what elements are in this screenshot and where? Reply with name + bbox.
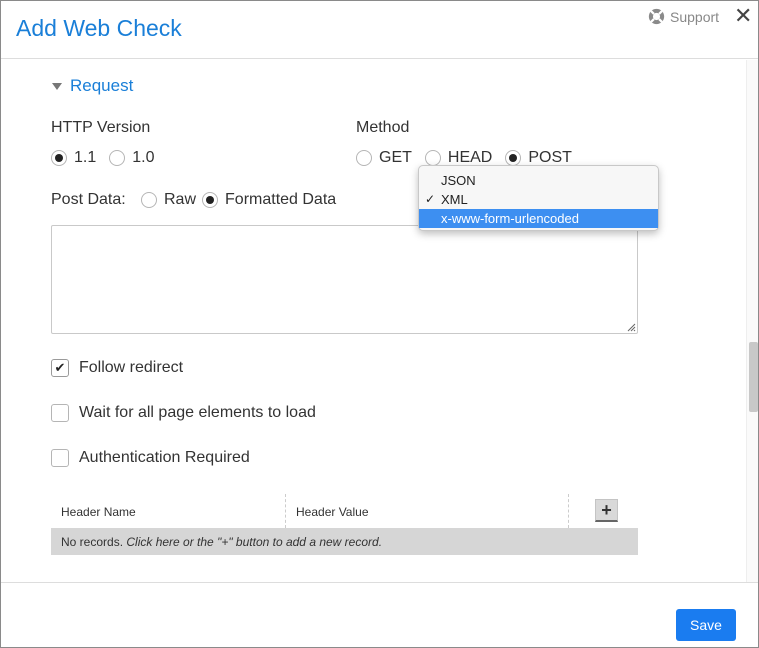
empty-prefix: No records. (61, 535, 127, 549)
request-section-label: Request (70, 76, 134, 95)
http-version-radio-1-1[interactable] (51, 150, 67, 166)
http-version-option-1-0[interactable]: 1.0 (109, 149, 155, 167)
post-data-radio-group: Raw Formatted Data (141, 191, 349, 209)
http-version-option-label: 1.0 (132, 149, 155, 166)
dialog-footer: Save (1, 582, 758, 647)
headers-grid-header: Header Name Header Value + (51, 494, 638, 528)
wait-elements-label: Wait for all page elements to load (79, 404, 316, 421)
post-data-option-formatted[interactable]: Formatted Data (202, 191, 336, 209)
dropdown-option-label: JSON (441, 173, 476, 188)
resize-grip-icon[interactable] (627, 323, 636, 332)
support-link[interactable]: Support (648, 8, 719, 25)
post-data-option-raw[interactable]: Raw (141, 191, 196, 209)
dropdown-option-label: XML (441, 192, 468, 207)
column-header-value[interactable]: Header Value (296, 505, 369, 519)
column-header-name[interactable]: Header Name (61, 505, 136, 519)
dialog-body: Request HTTP Version 1.1 1.0 Method GET … (1, 60, 746, 582)
dialog-header: Add Web Check Support ✕ (1, 1, 758, 59)
dropdown-option-label: x-www-form-urlencoded (441, 211, 579, 226)
format-dropdown-menu: JSON ✓ XML x-www-form-urlencoded (418, 165, 659, 231)
follow-redirect-row[interactable]: ✔ Follow redirect (51, 359, 183, 377)
method-radio-head[interactable] (424, 150, 441, 166)
dropdown-option-urlencoded[interactable]: x-www-form-urlencoded (419, 209, 658, 228)
post-data-option-label: Formatted Data (225, 191, 337, 208)
auth-required-row[interactable]: Authentication Required (51, 449, 250, 467)
lifebuoy-icon (648, 8, 665, 25)
wait-elements-checkbox[interactable] (51, 404, 69, 422)
scrollbar-thumb[interactable] (749, 342, 758, 412)
auth-required-label: Authentication Required (79, 449, 250, 466)
checkmark-icon: ✓ (425, 192, 436, 206)
post-data-label: Post Data: (51, 191, 126, 208)
auth-required-checkbox[interactable] (51, 449, 69, 467)
dialog-title: Add Web Check (16, 15, 182, 41)
http-version-option-1-1[interactable]: 1.1 (51, 149, 96, 167)
request-section-toggle[interactable]: Request (52, 76, 133, 96)
method-option-get[interactable]: GET (356, 149, 412, 167)
method-label: Method (356, 119, 410, 136)
plus-icon[interactable]: + (595, 499, 618, 522)
add-web-check-dialog: Add Web Check Support ✕ Request HTTP Ver… (0, 0, 759, 648)
column-divider (285, 494, 286, 528)
save-button[interactable]: Save (676, 609, 736, 641)
follow-redirect-label: Follow redirect (79, 359, 184, 376)
empty-message: Click here or the "+" button to add a ne… (126, 535, 383, 549)
wait-elements-row[interactable]: Wait for all page elements to load (51, 404, 316, 422)
follow-redirect-checkbox[interactable]: ✔ (51, 359, 69, 377)
vertical-scrollbar[interactable] (746, 60, 758, 582)
method-option-label: GET (379, 149, 412, 166)
dropdown-option-xml[interactable]: ✓ XML (419, 190, 658, 209)
http-version-radio-1-0[interactable] (109, 150, 126, 166)
headers-grid-empty-row[interactable]: No records. Click here or the "+" button… (51, 528, 638, 555)
post-data-option-label: Raw (164, 191, 197, 208)
post-data-textarea[interactable] (51, 225, 638, 334)
close-icon[interactable]: ✕ (734, 4, 752, 28)
method-radio-post[interactable] (505, 150, 522, 166)
support-label: Support (670, 8, 720, 25)
http-version-radio-group: 1.1 1.0 (51, 149, 168, 167)
http-version-option-label: 1.1 (74, 149, 97, 166)
dropdown-option-json[interactable]: JSON (419, 171, 658, 190)
column-divider (568, 494, 569, 528)
triangle-down-icon (52, 82, 62, 90)
post-data-radio-raw[interactable] (141, 192, 157, 208)
post-data-radio-formatted[interactable] (202, 192, 219, 208)
method-radio-get[interactable] (356, 150, 372, 166)
http-version-label: HTTP Version (51, 119, 151, 136)
